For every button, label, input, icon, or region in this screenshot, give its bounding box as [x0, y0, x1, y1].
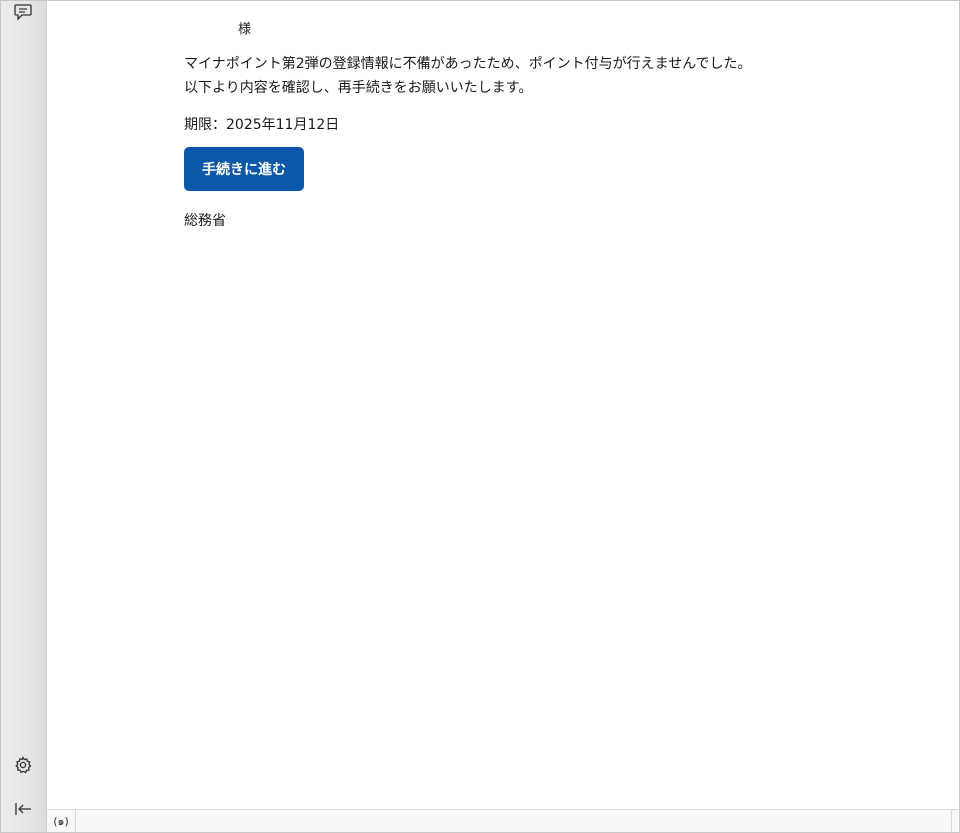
sidebar	[1, 1, 47, 832]
broadcast-icon[interactable]: (๑)	[47, 810, 76, 832]
proceed-button[interactable]: 手続きに進む	[184, 147, 304, 191]
message-line: 以下より内容を確認し、再手続きをお願いいたします。	[184, 80, 533, 96]
chat-icon[interactable]	[12, 1, 34, 23]
deadline: 期限：2025年11月12日	[184, 117, 340, 133]
message-line: マイナポイント第2弾の登録情報に不備があったため、ポイント付与が行えませんでした…	[184, 56, 752, 72]
sender-name: 総務省	[184, 213, 226, 229]
status-bar: (๑)	[47, 809, 958, 832]
message-text: マイナポイント第2弾の登録情報に不備があったため、ポイント付与が行えませんでした…	[184, 52, 752, 100]
status-bar-corner	[951, 810, 958, 832]
email-body: 様 マイナポイント第2弾の登録情報に不備があったため、ポイント付与が行えませんで…	[47, 1, 958, 810]
app-window: 様 マイナポイント第2弾の登録情報に不備があったため、ポイント付与が行えませんで…	[0, 0, 960, 833]
greeting: 様	[238, 22, 252, 37]
gear-icon[interactable]	[12, 754, 34, 776]
collapse-left-icon[interactable]	[12, 798, 34, 820]
